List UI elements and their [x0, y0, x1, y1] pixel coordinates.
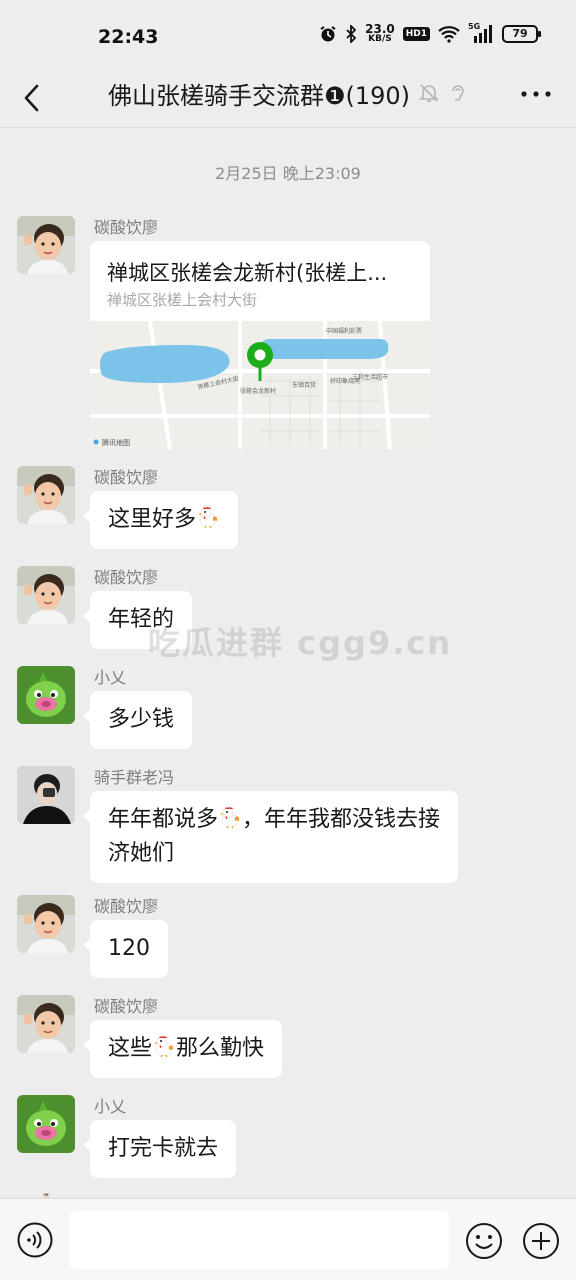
- status-icons: 23.0 KB/S HD1 5G 79: [319, 22, 541, 44]
- sender-name: 碳酸饮廖: [94, 897, 159, 916]
- message-text: 这里好多: [108, 507, 197, 532]
- location-address: 禅城区张槎上会村大街: [107, 291, 258, 309]
- sender-name: 小乂: [94, 1097, 127, 1116]
- avatar[interactable]: [17, 566, 75, 624]
- mute-bell-icon: [419, 84, 439, 102]
- back-icon[interactable]: [18, 78, 48, 118]
- avatar[interactable]: [17, 216, 75, 274]
- avatar[interactable]: [17, 995, 75, 1053]
- status-bar: 22:43 23.0 KB/S HD1 5G 79: [0, 0, 576, 72]
- map-provider-label: 腾讯地图: [102, 438, 130, 447]
- ear-icon: [452, 85, 464, 101]
- signal-indicator: 5G: [468, 22, 494, 44]
- wifi-icon: [438, 26, 460, 43]
- map-label: 张槎会龙新村: [240, 387, 276, 395]
- map-label: 东镇百货: [292, 381, 316, 389]
- chat-title[interactable]: 佛山张槎骑手交流群❶(190): [108, 76, 410, 111]
- message-text: 年年都说多: [108, 807, 219, 832]
- chicken-emoji-icon: [218, 805, 242, 829]
- sender-name: 碳酸饮廖: [94, 468, 159, 487]
- emoji-icon[interactable]: [464, 1221, 504, 1261]
- sender-name: 碳酸饮廖: [94, 218, 159, 237]
- map-label: 中国福利彩票: [326, 327, 362, 335]
- sender-name: 碳酸饮廖: [94, 997, 159, 1016]
- location-card[interactable]: 禅城区张槎会龙新村(张槎上... 禅城区张槎上会村大街 中国福利彩票 张槎上会村…: [90, 241, 430, 449]
- status-time: 22:43: [98, 26, 159, 48]
- input-bar: [0, 1198, 576, 1280]
- message-bubble[interactable]: 这里好多: [82, 491, 239, 549]
- voice-icon[interactable]: [16, 1221, 54, 1259]
- avatar[interactable]: [17, 766, 75, 824]
- bluetooth-icon: [346, 25, 357, 43]
- map-label: 三和生活超市: [352, 373, 388, 381]
- chat-timestamp: 2月25日 晚上23:09: [215, 164, 361, 183]
- more-icon[interactable]: [520, 84, 552, 104]
- message-text: 济她们: [108, 841, 175, 866]
- watermark: 吃瓜进群 cgg9.cn: [148, 624, 453, 662]
- message-text: 多少钱: [108, 707, 175, 732]
- message-text: 打完卡就去: [108, 1136, 219, 1161]
- sender-name: 小乂: [94, 668, 127, 687]
- plus-icon[interactable]: [521, 1221, 561, 1261]
- network-speed: 23.0 KB/S: [365, 22, 395, 44]
- message-bubble[interactable]: 120: [83, 920, 168, 978]
- sender-name: 碳酸饮廖: [94, 568, 159, 587]
- message-input[interactable]: [69, 1211, 449, 1269]
- message-bubble[interactable]: 多少钱: [82, 691, 193, 749]
- network-speed-value: 23.0: [365, 22, 395, 36]
- avatar[interactable]: [17, 1095, 75, 1153]
- network-speed-unit: KB/S: [368, 34, 392, 44]
- message-bubble[interactable]: 打完卡就去: [82, 1120, 237, 1178]
- message-text: 那么勤快: [176, 1036, 265, 1061]
- message-bubble[interactable]: 这些 那么勤快: [82, 1020, 283, 1078]
- sender-name: 骑手群老冯: [94, 768, 175, 787]
- chat-header: 佛山张槎骑手交流群❶(190): [0, 72, 576, 128]
- message-bubble[interactable]: 年年都说多 ，年年我都没钱去接 济她们: [82, 791, 459, 883]
- signal-icon: [474, 25, 492, 43]
- avatar[interactable]: [17, 666, 75, 724]
- chicken-emoji-icon: [196, 505, 220, 529]
- location-map[interactable]: 中国福利彩票 张槎上会村大街 张槎会龙新村 好印象烧烤 东镇百货 三和生活超市 …: [90, 321, 430, 449]
- alarm-icon: [320, 26, 336, 42]
- location-title: 禅城区张槎会龙新村(张槎上...: [107, 261, 388, 285]
- message-text: ，年年我都没钱去接: [242, 807, 441, 832]
- message-text: 120: [108, 936, 150, 961]
- hd-badge: HD1: [402, 27, 430, 41]
- avatar[interactable]: [17, 466, 75, 524]
- chicken-emoji-icon: [152, 1034, 176, 1058]
- avatar[interactable]: [17, 895, 75, 953]
- battery-indicator: 79: [502, 25, 541, 43]
- message-text: 这些: [108, 1036, 153, 1061]
